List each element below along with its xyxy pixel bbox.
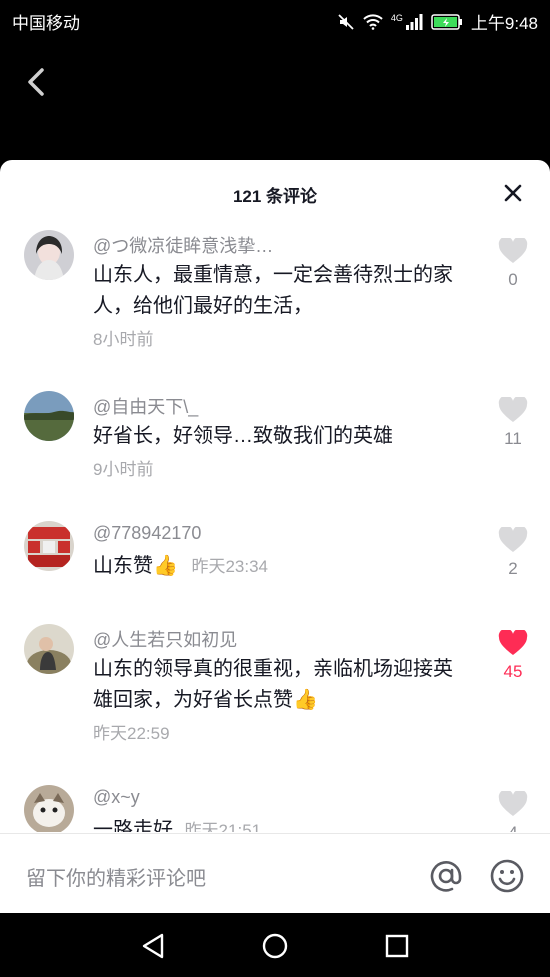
like-button[interactable]: 4 — [493, 791, 533, 832]
battery-icon — [431, 13, 462, 30]
like-count: 45 — [503, 662, 523, 681]
heart-icon — [498, 630, 528, 655]
like-button[interactable]: 11 — [493, 397, 533, 449]
comment-sheet: 121 条评论 @つ微凉徒眸意浅挚… 山东人，最重情意，一定会善待烈士的家人，给… — [0, 160, 550, 913]
comment-text: 山东的领导真的很重视，亲临机场迎接英雄回家，为好省长点赞 — [93, 658, 453, 711]
nav-recents-button[interactable] — [382, 931, 412, 961]
comment-item: @つ微凉徒眸意浅挚… 山东人，最重情意，一定会善待烈士的家人，给他们最好的生活，… — [0, 230, 550, 360]
emoji-icon — [490, 859, 524, 893]
comment-username[interactable]: @人生若只如初见 — [93, 626, 237, 652]
back-button[interactable] — [22, 62, 52, 102]
thumbs-up-emoji: 👍 — [293, 689, 318, 711]
comment-username[interactable]: @つ微凉徒眸意浅挚… — [93, 232, 273, 258]
nav-recents-icon — [385, 934, 409, 958]
comment-time: 9小时前 — [93, 460, 154, 479]
mention-button[interactable] — [428, 858, 464, 894]
comment-text: 山东赞 — [93, 555, 153, 577]
close-icon — [504, 184, 522, 202]
system-nav-bar — [0, 913, 550, 977]
nav-back-icon — [142, 933, 164, 959]
wifi-icon — [363, 13, 383, 30]
comment-item: @778942170 山东赞👍 昨天23:34 2 — [0, 521, 550, 601]
comment-input-bar: 留下你的精彩评论吧 — [0, 833, 550, 913]
signal-icon — [405, 13, 423, 30]
comment-item: @x~y 一路走好 昨天21:51 4 — [0, 785, 550, 832]
comment-count-title: 121 条评论 — [232, 187, 318, 206]
carrier-name: 中国移动 — [12, 14, 80, 33]
at-icon — [430, 861, 462, 892]
comment-time: 8小时前 — [93, 330, 154, 349]
heart-icon — [498, 791, 528, 816]
comment-item: @人生若只如初见 山东的领导真的很重视，亲临机场迎接英雄回家，为好省长点赞👍 昨… — [0, 624, 550, 754]
like-button[interactable]: 2 — [493, 527, 533, 579]
close-button[interactable] — [502, 182, 524, 204]
like-count: 11 — [504, 429, 522, 448]
comment-time: 昨天21:51 — [184, 821, 262, 832]
avatar[interactable] — [24, 785, 74, 832]
comment-input[interactable]: 留下你的精彩评论吧 — [26, 862, 206, 891]
back-arrow-icon — [28, 68, 44, 96]
comment-list[interactable]: @つ微凉徒眸意浅挚… 山东人，最重情意，一定会善待烈士的家人，给他们最好的生活，… — [0, 224, 550, 832]
heart-icon — [498, 238, 528, 263]
avatar[interactable] — [24, 391, 74, 441]
status-icons: 4G 上午9:48 — [337, 9, 538, 34]
comment-text: 一路走好 — [93, 819, 173, 832]
avatar[interactable] — [24, 624, 74, 674]
comment-text-row: 山东赞👍 昨天23:34 — [93, 551, 453, 582]
sheet-header: 121 条评论 — [0, 160, 550, 224]
heart-icon — [498, 397, 528, 422]
comment-username[interactable]: @自由天下\_ — [93, 393, 198, 419]
comment-text-row: 一路走好 昨天21:51 — [93, 815, 453, 832]
avatar[interactable] — [24, 521, 74, 571]
like-button[interactable]: 0 — [493, 238, 533, 290]
comment-text-row: 山东的领导真的很重视，亲临机场迎接英雄回家，为好省长点赞👍 — [93, 654, 453, 716]
comment-item: @自由天下\_ 好省长，好领导…致敬我们的英雄 9小时前 11 — [0, 391, 550, 491]
nav-back-button[interactable] — [138, 931, 168, 961]
comment-text: 山东人，最重情意，一定会善待烈士的家人，给他们最好的生活， — [93, 264, 453, 317]
mute-icon — [338, 13, 354, 30]
like-count: 0 — [508, 270, 518, 289]
comment-username[interactable]: @778942170 — [93, 523, 201, 544]
status-bar: 中国移动 4G 上午9:48 — [0, 0, 550, 38]
thumbs-up-emoji: 👍 — [153, 555, 178, 577]
nav-home-icon — [262, 933, 288, 959]
like-count: 4 — [493, 823, 533, 832]
emoji-button[interactable] — [489, 858, 525, 894]
heart-icon — [498, 527, 528, 552]
comment-username[interactable]: @x~y — [93, 787, 140, 808]
like-button[interactable]: 45 — [493, 630, 533, 682]
like-count: 2 — [508, 559, 518, 578]
network-type: 4G — [390, 12, 403, 23]
comment-time: 昨天23:34 — [191, 557, 269, 576]
comment-text: 好省长，好领导…致敬我们的英雄 — [93, 425, 393, 447]
clock: 上午9:48 — [470, 14, 538, 33]
comment-time: 昨天22:59 — [93, 724, 170, 743]
avatar[interactable] — [24, 230, 74, 280]
nav-home-button[interactable] — [260, 931, 290, 961]
